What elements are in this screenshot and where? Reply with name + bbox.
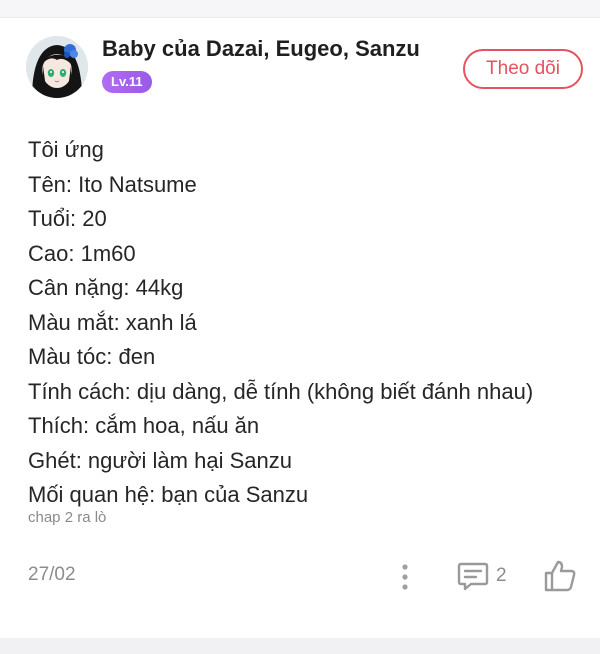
author-name[interactable]: Baby của Dazai, Eugeo, Sanzu	[102, 36, 420, 62]
post-card: Baby của Dazai, Eugeo, Sanzu Lv.11 Theo …	[0, 18, 600, 638]
post-line: Tên: Ito Natsume	[28, 171, 197, 197]
bottom-divider	[0, 638, 600, 654]
post-line: Ghét: người làm hại Sanzu	[28, 447, 292, 473]
post-line: Cân nặng: 44kg	[28, 275, 184, 300]
comment-button[interactable]: 2	[456, 559, 516, 593]
post-line: Mối quan hệ: bạn của Sanzu	[28, 482, 309, 507]
follow-button[interactable]: Theo dõi	[463, 49, 583, 89]
top-divider	[0, 0, 600, 18]
level-badge: Lv.11	[102, 71, 152, 93]
more-vertical-icon	[402, 564, 408, 590]
avatar[interactable]	[26, 36, 88, 98]
chapter-note: chap 2 ra lò	[28, 509, 107, 526]
post-line: Thích: cắm hoa, nấu ăn	[28, 413, 260, 438]
more-options-button[interactable]	[394, 560, 416, 594]
thumbs-up-icon	[544, 560, 576, 592]
comment-icon	[457, 562, 489, 591]
post-line: Cao: 1m60	[28, 240, 136, 266]
post-line: Màu mắt: xanh lá	[28, 309, 197, 335]
post-line: Tính cách: dịu dàng, dễ tính (không biết…	[28, 378, 534, 404]
comment-count: 2	[496, 565, 507, 586]
post-line: Tôi ứng	[28, 137, 104, 162]
like-button[interactable]	[542, 558, 578, 594]
avatar-image	[26, 36, 88, 98]
post-line: Tuổi: 20	[28, 206, 107, 231]
post-date: 27/02	[28, 564, 76, 585]
post-line: Màu tóc: đen	[28, 344, 156, 369]
post-body: Tôi ứng Tên: Ito Natsume Tuổi: 20 Cao: 1…	[28, 133, 588, 513]
